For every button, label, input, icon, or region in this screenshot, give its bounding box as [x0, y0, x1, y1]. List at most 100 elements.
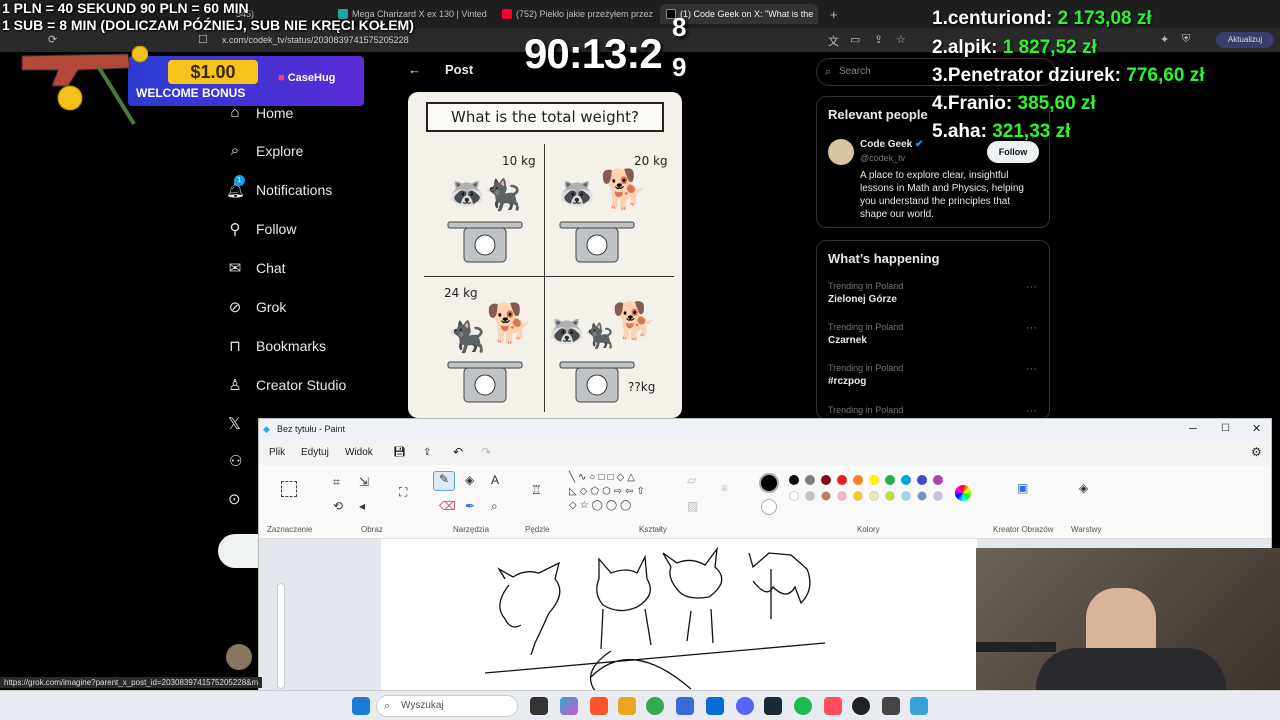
steam-icon[interactable] [764, 697, 782, 715]
drawing-canvas[interactable] [381, 539, 977, 692]
trend-item[interactable]: Trending in Poland #rczpog ··· [828, 363, 1037, 387]
flip-icon[interactable]: ◂ [359, 499, 365, 513]
avatar[interactable] [226, 644, 252, 670]
fill-style-icon[interactable]: ▨ [687, 499, 698, 513]
trend-item[interactable]: Trending in Poland Zielonej Górze ··· [828, 281, 1037, 305]
color2-swatch[interactable] [761, 499, 777, 515]
menu-edit[interactable]: Edytuj [301, 447, 329, 458]
color-swatch[interactable] [917, 491, 927, 501]
brush-icon[interactable]: ♖ [531, 483, 542, 497]
cast-icon[interactable]: ▭ [850, 33, 860, 46]
brave-icon[interactable] [590, 697, 608, 715]
trend-item[interactable]: Trending in Poland ··· [828, 405, 1037, 417]
taskbar-search[interactable]: ⌕ Wyszukaj [376, 695, 518, 717]
maximize-icon[interactable]: ☐ [1221, 419, 1230, 439]
color-swatch[interactable] [917, 475, 927, 485]
follow-button[interactable]: Follow [987, 141, 1039, 163]
outline-icon[interactable]: ▱ [687, 473, 696, 487]
image-select-icon[interactable]: ⛶ [399, 485, 407, 500]
windows-start-icon[interactable] [352, 697, 370, 715]
share-icon[interactable]: ⇪ [874, 33, 883, 46]
image-creator-icon[interactable]: ▣ [1017, 481, 1028, 495]
crop-icon[interactable]: ⌗ [333, 475, 340, 490]
close-icon[interactable]: ✕ [1252, 419, 1261, 439]
color-swatch[interactable] [837, 491, 847, 501]
nav-creator-studio[interactable]: ♙ Creator Studio [226, 376, 346, 394]
shield-icon[interactable]: ⛨ [1182, 33, 1190, 46]
chrome-icon[interactable] [646, 697, 664, 715]
task-view-icon[interactable] [530, 697, 548, 715]
nav-notifications[interactable]: 🔔︎ 1 Notifications [226, 175, 332, 199]
profile-name[interactable]: Code Geek ✔ [860, 139, 923, 150]
translate-icon[interactable]: 文 [828, 33, 839, 49]
close-tab-icon[interactable]: ✕ [817, 9, 818, 20]
menu-file[interactable]: Plik [269, 447, 285, 458]
color-swatch[interactable] [837, 475, 847, 485]
more-icon[interactable]: ··· [1026, 322, 1037, 334]
more-icon[interactable]: ··· [1026, 405, 1037, 417]
select-tool-icon[interactable] [281, 481, 297, 497]
color-picker-icon[interactable]: ✒ [465, 499, 475, 513]
shapes-gallery[interactable]: ╲∿○□□◇△ ◺◇⬠⬡⇨⇦⇧ ◇☆◯◯◯ [569, 471, 669, 515]
edit-colors-icon[interactable] [955, 485, 971, 501]
share-icon[interactable]: ⇪ [423, 447, 431, 458]
nav-follow[interactable]: ⚲ Follow [226, 220, 297, 238]
trend-item[interactable]: Trending in Poland Czarnek ··· [828, 322, 1037, 346]
star-icon[interactable]: ☆ [896, 33, 906, 46]
bookmark-icon[interactable]: ☐ [198, 33, 208, 46]
rotate-icon[interactable]: ⟲ [333, 499, 343, 513]
color-swatch[interactable] [821, 475, 831, 485]
color-swatch[interactable] [853, 475, 863, 485]
file-explorer-icon[interactable] [618, 697, 636, 715]
color-swatch[interactable] [901, 475, 911, 485]
app-icon[interactable] [882, 697, 900, 715]
save-icon[interactable]: 💾︎ [393, 447, 406, 458]
resize-icon[interactable]: ⇲ [359, 475, 369, 489]
obs-icon[interactable] [852, 697, 870, 715]
zoom-slider[interactable] [277, 583, 285, 689]
color-swatch[interactable] [805, 475, 815, 485]
text-tool-icon[interactable]: A [491, 473, 499, 487]
color-swatch[interactable] [885, 491, 895, 501]
browser-tab-youtube[interactable]: (752) Piekło jakie przeżyłem przez w [496, 4, 654, 24]
color-swatch[interactable] [821, 491, 831, 501]
more-icon[interactable]: ··· [1026, 281, 1037, 293]
app-icon[interactable] [706, 697, 724, 715]
update-button[interactable]: Aktualizuj [1216, 32, 1274, 48]
discord-icon[interactable] [736, 697, 754, 715]
puzzle-image[interactable]: What is the total weight? 10 kg 20 kg 24… [408, 92, 682, 418]
color-swatch[interactable] [789, 475, 799, 485]
nav-bookmarks[interactable]: ⊓ Bookmarks [226, 337, 326, 355]
nav-chat[interactable]: ✉ Chat [226, 259, 286, 277]
reload-icon[interactable]: ⟳ [48, 33, 57, 46]
eraser-icon[interactable]: ⌫ [439, 499, 456, 513]
nav-explore[interactable]: ⌕ Explore [226, 142, 304, 159]
color1-swatch[interactable] [759, 473, 779, 493]
more-icon[interactable]: ⊙ [228, 490, 241, 508]
magnifier-icon[interactable]: ⌕ [491, 499, 498, 514]
new-tab-icon[interactable]: + [824, 4, 844, 24]
more-icon[interactable]: ··· [1026, 363, 1037, 375]
color-swatch[interactable] [933, 475, 943, 485]
redo-icon[interactable]: ↷ [481, 445, 491, 459]
pencil-icon[interactable]: ✎ [433, 471, 455, 491]
color-swatch[interactable] [805, 491, 815, 501]
x-logo-icon[interactable]: 𝕏 [228, 414, 241, 434]
size-icon[interactable]: ≡ [721, 481, 728, 495]
color-swatch[interactable] [853, 491, 863, 501]
profile-avatar[interactable] [828, 139, 854, 165]
paint-icon[interactable] [910, 697, 928, 715]
color-swatch[interactable] [901, 491, 911, 501]
extension-icon[interactable]: ✦ [1160, 33, 1169, 46]
app-icon[interactable] [824, 697, 842, 715]
menu-view[interactable]: Widok [345, 447, 373, 458]
profile-icon[interactable]: ⚇ [229, 452, 242, 470]
copilot-icon[interactable] [560, 697, 578, 715]
settings-icon[interactable]: ⚙ [1251, 445, 1262, 459]
minimize-icon[interactable]: ─ [1189, 419, 1197, 439]
color-swatch[interactable] [869, 491, 879, 501]
undo-icon[interactable]: ↶ [453, 445, 463, 459]
spotify-icon[interactable] [794, 697, 812, 715]
layers-icon[interactable]: ◈ [1079, 481, 1088, 495]
back-arrow-icon[interactable]: ← [408, 62, 421, 77]
